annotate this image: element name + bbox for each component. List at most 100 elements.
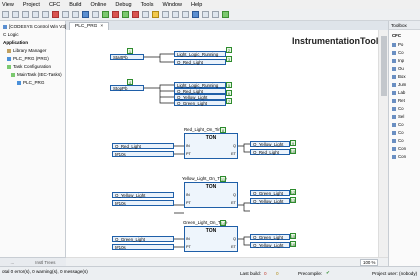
step-into-icon[interactable] bbox=[172, 11, 179, 18]
connection-mark-icon bbox=[392, 122, 396, 127]
timer1-in-var[interactable]: O_Red_Light bbox=[112, 143, 174, 149]
menu-build[interactable]: Build bbox=[69, 2, 81, 8]
timer2-out-yellow[interactable]: O_Yellow_Light bbox=[250, 198, 290, 204]
toolbox-item[interactable]: Sel bbox=[392, 114, 404, 119]
cut-icon[interactable] bbox=[32, 11, 39, 18]
start-icon[interactable] bbox=[122, 11, 129, 18]
editor-tabbar: PLC_PRG × bbox=[66, 21, 388, 30]
message-summary[interactable]: otal 0 error(s), 0 warning(s), 0 message… bbox=[2, 269, 88, 274]
timer2-out-green[interactable]: O_Green_Light bbox=[250, 190, 290, 196]
scroll-thumb[interactable] bbox=[381, 36, 387, 96]
timer3-pt-var[interactable]: t#10s bbox=[112, 244, 174, 250]
toolbox-item[interactable]: Inp bbox=[392, 58, 404, 63]
replace-icon[interactable] bbox=[72, 11, 79, 18]
timer1-instance-name[interactable]: Red_Light_On_Time bbox=[184, 127, 224, 132]
pous-tab[interactable]: Instl Trees bbox=[35, 260, 55, 265]
tree-item-library-manager[interactable]: Library Manager bbox=[7, 48, 46, 53]
logout-icon[interactable] bbox=[112, 11, 119, 18]
redo-icon[interactable] bbox=[22, 11, 29, 18]
menu-view[interactable]: View bbox=[2, 2, 14, 8]
toolbox-item[interactable]: Co bbox=[392, 50, 404, 55]
tree-item-application[interactable]: Application bbox=[3, 40, 28, 45]
output-green-light[interactable]: O_Green_Light bbox=[174, 100, 226, 106]
order-badge: 6 bbox=[226, 90, 232, 96]
toolbox-item[interactable]: Po bbox=[392, 42, 403, 47]
toolbox-item[interactable]: Co bbox=[392, 122, 404, 127]
ton-block-green[interactable]: TON IN PT Q ET bbox=[184, 226, 238, 252]
toolbox-item[interactable]: Ret bbox=[392, 98, 405, 103]
simulation-icon[interactable] bbox=[222, 11, 229, 18]
timer2-in-var[interactable]: O_Yellow_Light bbox=[112, 192, 174, 198]
devices-tab[interactable]: ... bbox=[11, 260, 15, 265]
find-icon[interactable] bbox=[62, 11, 69, 18]
ton-block-red[interactable]: TON IN PT Q ET bbox=[184, 133, 238, 159]
step-out-icon[interactable] bbox=[182, 11, 189, 18]
toolbox-item[interactable]: Jum bbox=[392, 82, 406, 87]
timer3-out-yellow[interactable]: O_Yellow_Light bbox=[250, 242, 290, 248]
timer1-out-yellow[interactable]: O_Yellow_Light bbox=[250, 141, 290, 147]
toolbox-item[interactable]: Con bbox=[392, 146, 406, 151]
save-icon[interactable] bbox=[2, 11, 9, 18]
unforce-icon[interactable] bbox=[212, 11, 219, 18]
write-values-icon[interactable] bbox=[192, 11, 199, 18]
tree-item-device[interactable]: [CODESYS Control Win V3] bbox=[3, 24, 66, 29]
toolbox-item[interactable]: Box bbox=[392, 74, 406, 79]
stop-icon[interactable] bbox=[132, 11, 139, 18]
timer1-pt-var[interactable]: t#10s bbox=[112, 151, 174, 157]
close-icon[interactable]: × bbox=[100, 24, 103, 29]
timer3-in-var[interactable]: O_Green_Light bbox=[112, 236, 174, 242]
order-badge: 8 bbox=[220, 127, 226, 133]
toolbox-item[interactable]: Co bbox=[392, 138, 404, 143]
menu-window[interactable]: Window bbox=[162, 2, 182, 8]
output-light-logic-running[interactable]: Light_Logic_Running bbox=[174, 51, 226, 57]
timer1-out-red[interactable]: O_Red_Light bbox=[250, 149, 290, 155]
menu-tools[interactable]: Tools bbox=[141, 2, 154, 8]
undo-icon[interactable] bbox=[12, 11, 19, 18]
toolbox-item[interactable]: Lab bbox=[392, 90, 405, 95]
task-icon bbox=[7, 64, 11, 69]
horizontal-scrollbar[interactable]: 100 % bbox=[66, 257, 388, 266]
tree-item-plc-prg[interactable]: PLC_PRG (PRG) bbox=[7, 56, 49, 61]
tree-item-task-configuration[interactable]: Task Configuration bbox=[7, 64, 51, 69]
menu-project[interactable]: Project bbox=[23, 2, 40, 8]
toolbox-item[interactable]: Co bbox=[392, 130, 404, 135]
pin-pt: PT bbox=[186, 201, 191, 205]
status-bar: otal 0 error(s), 0 warning(s), 0 message… bbox=[0, 266, 420, 280]
toolbox-item[interactable]: Co bbox=[392, 106, 404, 111]
reset-icon[interactable] bbox=[142, 11, 149, 18]
force-values-icon[interactable] bbox=[202, 11, 209, 18]
build-icon[interactable] bbox=[82, 11, 89, 18]
timer3-out-green[interactable]: O_Green_Light bbox=[250, 234, 290, 240]
rebuild-icon[interactable] bbox=[92, 11, 99, 18]
output-red-light[interactable]: O_Red_Light bbox=[174, 59, 226, 65]
input-startpb[interactable]: StartPb bbox=[110, 54, 144, 60]
order-badge: 2 bbox=[226, 47, 232, 53]
menu-debug[interactable]: Debug bbox=[115, 2, 131, 8]
tree-item-maintask[interactable]: MainTask (IEC-Tasks) bbox=[11, 72, 62, 77]
task-icon bbox=[11, 72, 15, 77]
left-panel-footer: ... Instl Trees bbox=[0, 257, 66, 266]
zoom-level[interactable]: 100 % bbox=[360, 258, 379, 266]
vertical-scrollbar[interactable] bbox=[378, 30, 388, 257]
pin-et: ET bbox=[231, 152, 236, 156]
login-icon[interactable] bbox=[102, 11, 109, 18]
cfc-editor-canvas[interactable]: StartPb 1 Light_Logic_Running O_Red_Ligh… bbox=[66, 30, 378, 257]
menu-help[interactable]: Help bbox=[191, 2, 202, 8]
ton-block-yellow[interactable]: TON IN PT Q ET bbox=[184, 182, 238, 208]
tab-plc-prg[interactable]: PLC_PRG × bbox=[69, 22, 110, 30]
input-stoppb[interactable]: StopPb bbox=[110, 85, 144, 91]
device-tree-panel: [CODESYS Control Win V3] C Logic Applica… bbox=[0, 21, 66, 266]
step-over-icon[interactable] bbox=[162, 11, 169, 18]
menu-cfc[interactable]: CFC bbox=[49, 2, 60, 8]
tree-item-plc-logic[interactable]: C Logic bbox=[3, 32, 19, 37]
toolbox-section-cfc[interactable]: CFC bbox=[392, 33, 401, 38]
copy-icon[interactable] bbox=[42, 11, 49, 18]
timer2-pt-var[interactable]: t#10s bbox=[112, 200, 174, 206]
delete-icon[interactable] bbox=[52, 11, 59, 18]
breakpoint-icon[interactable] bbox=[152, 11, 159, 18]
tree-item-plc-prg-call[interactable]: PLC_PRG bbox=[17, 80, 44, 85]
precompile-ok-icon: ✔ bbox=[326, 270, 330, 275]
toolbox-item[interactable]: Ou bbox=[392, 66, 404, 71]
menu-online[interactable]: Online bbox=[91, 2, 107, 8]
toolbox-item[interactable]: Con bbox=[392, 154, 406, 159]
